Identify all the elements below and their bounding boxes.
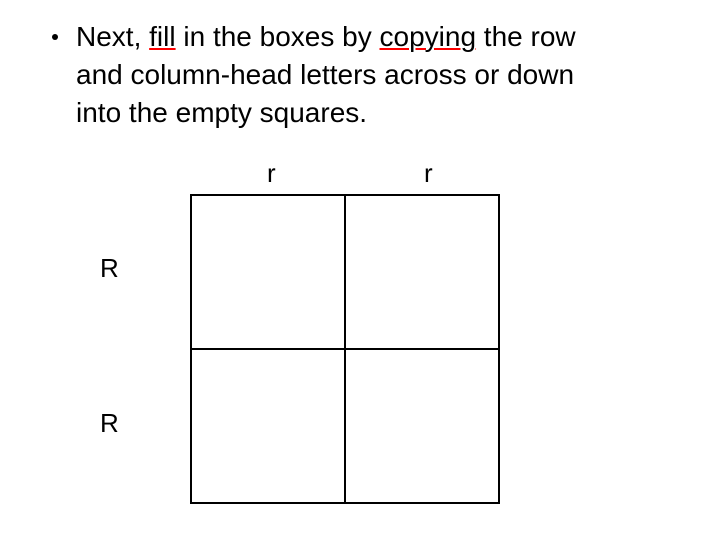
text-post1: the row [476, 21, 576, 52]
text-pre1: Next, [76, 21, 149, 52]
text-mid1: in the boxes by [176, 21, 380, 52]
grid-horizontal-divider [192, 348, 498, 350]
text-line3: into the empty squares. [76, 94, 652, 132]
text-copying-underlined: copying [380, 21, 477, 52]
row-header-1: R [100, 253, 119, 284]
punnett-grid [190, 194, 500, 504]
column-headers: r r [130, 158, 590, 194]
column-header-1: r [267, 158, 276, 189]
row-header-2: R [100, 408, 119, 439]
slide: Next, fill in the boxes by copying the r… [0, 0, 720, 540]
column-header-2: r [424, 158, 433, 189]
bullet-row: Next, fill in the boxes by copying the r… [52, 18, 652, 131]
text-fill-underlined: fill [149, 21, 175, 52]
punnett-square: r r R R [130, 158, 590, 504]
bullet-dot-icon [52, 34, 58, 40]
text-line2: and column-head letters across or down [76, 56, 652, 94]
instruction-bullet: Next, fill in the boxes by copying the r… [52, 18, 652, 131]
bullet-text: Next, fill in the boxes by copying the r… [76, 18, 652, 131]
